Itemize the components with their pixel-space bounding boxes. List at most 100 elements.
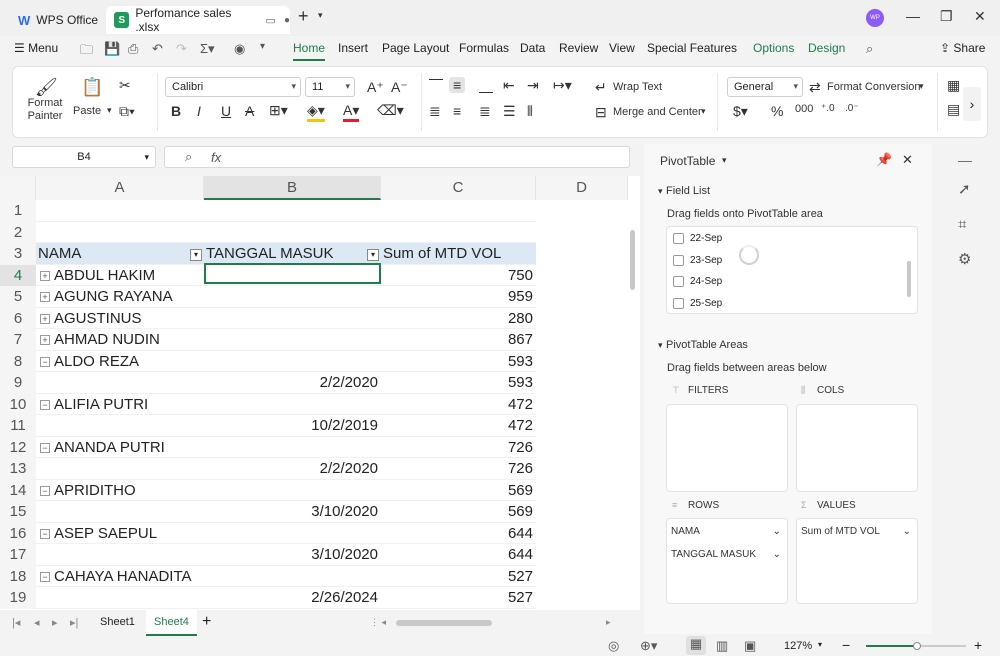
menu-formulas[interactable]: Formulas xyxy=(459,41,509,55)
row-header[interactable]: 9 xyxy=(0,372,36,394)
cell-c[interactable]: 644 xyxy=(381,544,536,566)
add-sheet-icon[interactable]: + xyxy=(202,613,211,631)
row-header[interactable]: 2 xyxy=(0,221,36,243)
comma-style-icon[interactable]: 000 xyxy=(795,103,813,115)
filter-dropdown-icon[interactable]: ▾ xyxy=(190,249,202,261)
cell-c[interactable]: 644 xyxy=(381,522,536,544)
page-layout-view-icon[interactable]: ▥ xyxy=(716,638,728,654)
pin-icon[interactable]: 📌 xyxy=(876,152,892,168)
menu-data[interactable]: Data xyxy=(520,41,545,55)
search-icon[interactable]: ⌕ xyxy=(866,41,873,57)
row-header[interactable]: 3 xyxy=(0,243,36,265)
field-item[interactable]: 25-Sep xyxy=(673,297,722,309)
row-header[interactable]: 4 xyxy=(0,264,36,286)
align-center-icon[interactable]: ≡ xyxy=(453,103,461,119)
cell-a[interactable]: − ALIFIA PUTRI xyxy=(36,393,204,415)
expand-icon[interactable]: + xyxy=(40,270,50,281)
values-area[interactable]: Sum of MTD VOL ⌄ xyxy=(796,518,918,604)
values-field-sum-mtd-vol[interactable]: Sum of MTD VOL ⌄ xyxy=(801,526,913,537)
cell-c[interactable]: Sum of MTD VOL xyxy=(381,243,536,265)
cell-a[interactable] xyxy=(36,372,204,394)
text-direction-icon[interactable]: ↦▾ xyxy=(553,77,572,94)
rows-field-nama[interactable]: NAMA ⌄ xyxy=(671,526,783,537)
cell-d[interactable] xyxy=(536,265,628,287)
monitor-icon[interactable]: ▭ xyxy=(266,14,276,27)
zoom-out-icon[interactable]: − xyxy=(842,637,850,653)
collapse-icon[interactable]: − xyxy=(40,571,50,582)
cell-a[interactable]: − ASEP SAEPUL xyxy=(36,522,204,544)
cell-a[interactable] xyxy=(36,501,204,523)
filters-area[interactable] xyxy=(666,404,788,492)
chevron-down-icon[interactable]: ⌄ xyxy=(773,549,781,560)
row-header[interactable]: 13 xyxy=(0,458,36,480)
cell-b[interactable]: 10/2/2019 xyxy=(204,415,381,437)
save-icon[interactable]: 💾 xyxy=(104,41,120,57)
bold-icon[interactable]: B xyxy=(171,103,181,119)
cell-c[interactable]: 867 xyxy=(381,329,536,351)
cell-d[interactable] xyxy=(536,523,628,545)
tab-file[interactable]: S Perfomance sales .xlsx ▭ ● xyxy=(106,6,290,34)
cell-a[interactable] xyxy=(36,415,204,437)
hscroll-left-icon[interactable]: ⋮ ◂ xyxy=(370,617,386,628)
cell-b[interactable] xyxy=(204,221,381,243)
expand-icon[interactable]: + xyxy=(40,313,50,324)
horizontal-scroll-thumb[interactable] xyxy=(396,620,492,626)
hscroll-right-icon[interactable]: ▸ xyxy=(606,617,611,628)
ribbon-scroll-right-icon[interactable]: › xyxy=(963,87,981,121)
expand-icon[interactable]: + xyxy=(40,292,50,302)
unsaved-dot-icon[interactable]: ● xyxy=(284,15,290,26)
crop-icon[interactable]: ⌗ xyxy=(958,216,966,233)
cell-d[interactable] xyxy=(536,437,628,459)
cell-d[interactable] xyxy=(536,544,628,566)
cell-a[interactable]: + AHMAD NUDIN xyxy=(36,329,204,351)
table-style-icon[interactable]: ▤ xyxy=(947,101,960,118)
font-name-select[interactable]: Calibri ▾ xyxy=(165,77,301,97)
field-list-collapse-icon[interactable]: ▾ xyxy=(658,186,663,197)
menu-home[interactable]: Home xyxy=(293,41,325,55)
collapse-icon[interactable]: − xyxy=(40,485,50,496)
cell-b[interactable]: 3/10/2020 xyxy=(204,544,381,566)
cell-b[interactable]: TANGGAL MASUK ▾ xyxy=(204,243,381,265)
paste-label[interactable]: Paste xyxy=(73,105,101,117)
areas-collapse-icon[interactable]: ▾ xyxy=(658,340,663,351)
new-tab-icon[interactable]: + xyxy=(298,6,309,27)
align-middle-icon[interactable]: ≡ xyxy=(449,77,466,93)
cell-b[interactable] xyxy=(204,436,381,458)
sheet-tab-sheet1[interactable]: Sheet1 xyxy=(100,616,135,628)
percent-icon[interactable]: % xyxy=(771,103,783,119)
cell-a[interactable]: + ABDUL HAKIM xyxy=(36,264,204,286)
avatar[interactable]: WP xyxy=(866,9,884,27)
cell-d[interactable] xyxy=(536,566,628,588)
field-list-scrollbar[interactable] xyxy=(907,261,911,297)
cell-c[interactable]: 527 xyxy=(381,587,536,609)
distributed-icon[interactable]: ⫴ xyxy=(527,103,533,120)
cell-a[interactable] xyxy=(36,587,204,609)
paste-chevron-icon[interactable]: ▾ xyxy=(107,105,112,116)
field-checkbox[interactable] xyxy=(673,297,684,309)
restore-icon[interactable]: ❐ xyxy=(940,8,953,25)
cell-a[interactable]: − APRIDITHO xyxy=(36,479,204,501)
vertical-scrollbar[interactable] xyxy=(628,210,638,606)
cell-b[interactable] xyxy=(204,200,381,222)
underline-icon[interactable]: U xyxy=(221,103,231,119)
select-all-corner[interactable] xyxy=(0,176,36,200)
field-checkbox[interactable] xyxy=(673,276,684,287)
clear-icon[interactable]: ⌫▾ xyxy=(377,102,404,119)
collapse-rail-icon[interactable]: — xyxy=(958,152,972,168)
row-header[interactable]: 1 xyxy=(0,200,36,222)
decrease-indent-icon[interactable]: ⇤ xyxy=(503,77,515,94)
cell-d[interactable] xyxy=(536,243,628,265)
chevron-down-icon[interactable]: ⌄ xyxy=(903,526,911,537)
cell-d[interactable] xyxy=(536,587,628,609)
cell-c[interactable] xyxy=(381,221,536,243)
align-left-icon[interactable]: ≣ xyxy=(429,103,441,120)
field-list-box[interactable]: 22-Sep 23-Sep 24-Sep 25-Sep xyxy=(666,226,918,314)
normal-view-icon[interactable]: ▦ xyxy=(686,636,706,655)
format-painter-icon[interactable]: 🖌 xyxy=(35,77,58,98)
cell-b[interactable] xyxy=(204,565,381,587)
cell-a[interactable] xyxy=(36,458,204,480)
format-conversion-icon[interactable]: ⇄ xyxy=(809,79,821,96)
cell-d[interactable] xyxy=(536,415,628,437)
fx-icon[interactable]: fx xyxy=(211,150,221,165)
number-format-select[interactable]: General ▾ xyxy=(727,77,803,97)
